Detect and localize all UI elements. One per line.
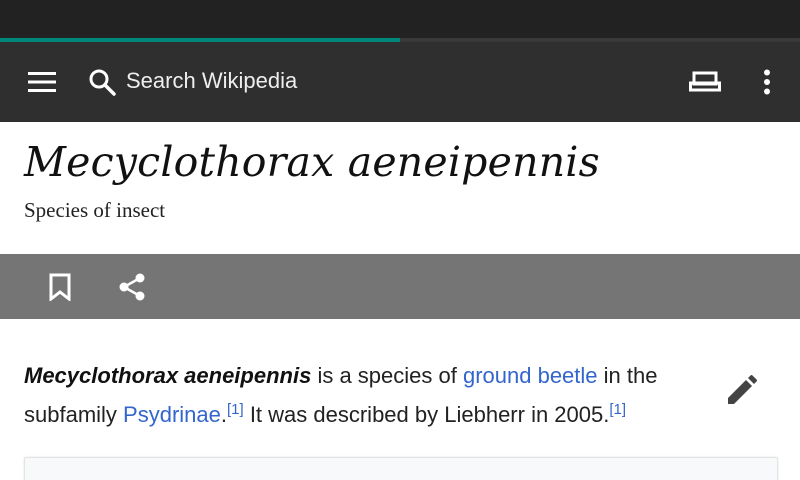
- article-subject-name: Mecyclothorax aeneipennis: [24, 363, 312, 388]
- body-text: It was described by Liebherr in 2005.: [243, 402, 610, 427]
- bookmark-icon[interactable]: [44, 270, 76, 304]
- article-action-bar: [0, 254, 800, 319]
- share-icon[interactable]: [114, 270, 150, 304]
- overflow-menu-icon[interactable]: [750, 62, 784, 102]
- infobox-card: [24, 457, 778, 480]
- reading-lists-icon[interactable]: [684, 62, 726, 102]
- article-title: Mecyclothorax aeneipennis: [24, 138, 600, 186]
- ground-beetle-link[interactable]: ground beetle: [463, 363, 598, 388]
- reference-link[interactable]: [1]: [227, 401, 244, 418]
- psydrinae-link[interactable]: Psydrinae: [123, 402, 221, 427]
- article-description: Species of insect: [24, 198, 166, 222]
- article-header: Mecyclothorax aeneipennis Species of ins…: [0, 122, 800, 254]
- status-bar: [0, 0, 800, 38]
- reference-link[interactable]: [1]: [609, 401, 626, 418]
- hamburger-menu-icon[interactable]: [22, 62, 62, 102]
- body-text: is a species of: [311, 363, 463, 388]
- article-lead-paragraph: Mecyclothorax aeneipennis is a species o…: [24, 356, 704, 434]
- search-icon[interactable]: [84, 62, 120, 102]
- pencil-edit-icon[interactable]: [722, 372, 760, 410]
- search-input[interactable]: Search Wikipedia: [126, 68, 297, 94]
- top-toolbar: Search Wikipedia: [0, 42, 800, 122]
